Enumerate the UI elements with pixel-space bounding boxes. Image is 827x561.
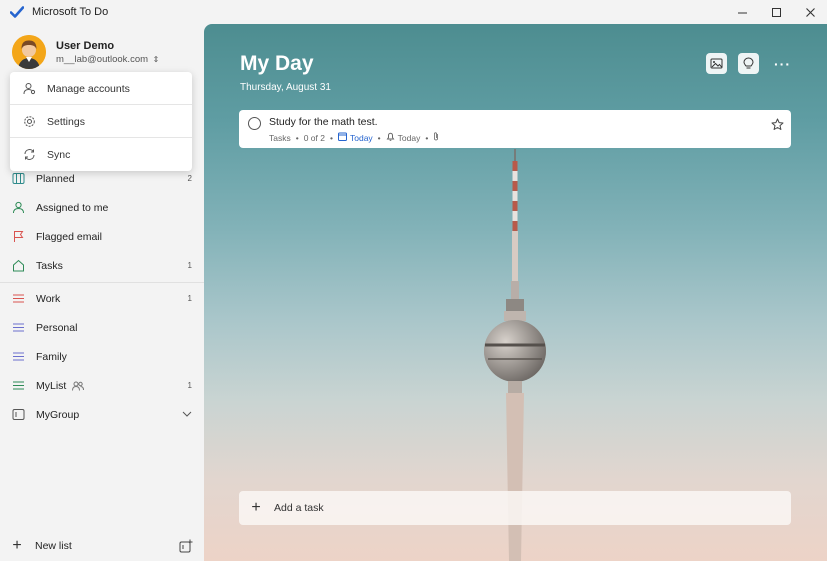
new-group-icon[interactable]: [178, 538, 194, 554]
task-reminder: Today: [397, 132, 421, 143]
lightbulb-icon: [743, 57, 754, 69]
attachment-icon: [433, 132, 439, 143]
menu-item-label: Manage accounts: [47, 82, 130, 95]
user-email: m__lab@outlook.com: [56, 53, 149, 65]
sync-icon: [22, 148, 36, 161]
sidebar-item-label: Planned: [36, 172, 75, 185]
minimize-button[interactable]: [725, 0, 759, 24]
calendar-grid-icon: [11, 172, 25, 186]
menu-item-label: Sync: [47, 148, 71, 161]
menu-item-manage-accounts[interactable]: Manage accounts: [10, 72, 192, 105]
menu-item-label: Settings: [47, 115, 85, 128]
group-icon: [11, 408, 25, 422]
sidebar-item-mygroup[interactable]: MyGroup: [0, 400, 204, 429]
sidebar-item-label: Personal: [36, 321, 78, 334]
more-options-icon[interactable]: ···: [772, 53, 793, 74]
due-date-icon: [337, 132, 347, 143]
page-date: Thursday, August 31: [240, 82, 331, 93]
sidebar-item-mylist[interactable]: MyList 1: [0, 371, 204, 400]
item-count: 1: [187, 261, 192, 270]
sidebar-item-tasks[interactable]: Tasks 1: [0, 251, 204, 280]
sidebar-item-family[interactable]: Family: [0, 342, 204, 371]
item-count: 1: [187, 381, 192, 390]
add-task-placeholder: Add a task: [274, 502, 324, 514]
list-icon: [11, 379, 25, 393]
sidebar-item-label: Family: [36, 350, 67, 363]
sidebar-item-personal[interactable]: Personal: [0, 313, 204, 342]
sidebar-item-work[interactable]: Work 1: [0, 284, 204, 313]
task-due-date: Today: [349, 132, 373, 143]
page-title: My Day: [240, 52, 314, 75]
task-metadata: Tasks • 0 of 2 • Today • Today •: [269, 132, 439, 143]
complete-task-checkbox[interactable]: [248, 117, 261, 130]
avatar: [12, 35, 46, 69]
star-icon[interactable]: [770, 117, 784, 131]
close-button[interactable]: [793, 0, 827, 24]
sidebar-item-label: Work: [36, 292, 61, 305]
task-item[interactable]: Study for the math test. Tasks • 0 of 2 …: [239, 110, 791, 148]
item-count: 1: [187, 294, 192, 303]
plus-icon: +: [251, 499, 261, 516]
menu-item-sync[interactable]: Sync: [10, 138, 192, 171]
account-menu: Manage accounts Settings Sync: [10, 72, 192, 171]
minimize-icon: [737, 12, 747, 13]
item-count: 2: [187, 174, 192, 183]
task-list-name: Tasks: [269, 132, 291, 143]
shared-people-icon: [72, 381, 85, 391]
flag-icon: [11, 230, 25, 244]
add-task-input[interactable]: + Add a task: [239, 491, 791, 525]
account-switcher[interactable]: User Demo m__lab@outlook.com ⇕: [12, 34, 159, 70]
menu-item-settings[interactable]: Settings: [10, 105, 192, 138]
user-name: User Demo: [56, 39, 115, 52]
new-list-button[interactable]: + New list: [0, 532, 204, 560]
image-icon: [710, 58, 723, 69]
suggestions-button[interactable]: [738, 53, 759, 74]
todo-check-icon: [10, 5, 24, 19]
title-bar: Microsoft To Do: [0, 0, 827, 24]
background-image-button[interactable]: [706, 53, 727, 74]
window-title: Microsoft To Do: [32, 6, 109, 18]
task-title: Study for the math test.: [269, 116, 378, 128]
sidebar-item-label: MyGroup: [36, 408, 80, 421]
reminder-bell-icon: [386, 132, 395, 143]
sidebar-divider: [0, 282, 204, 283]
person-icon: [11, 201, 25, 215]
maximize-button[interactable]: [759, 0, 793, 24]
chevron-down-icon[interactable]: [182, 410, 192, 419]
chevron-up-down-icon: ⇕: [152, 54, 160, 64]
sidebar-item-label: MyList: [36, 379, 67, 392]
close-icon: [805, 7, 815, 17]
manage-accounts-icon: [22, 82, 36, 95]
sidebar: User Demo m__lab@outlook.com ⇕ Manage ac…: [0, 24, 204, 561]
home-icon: [11, 259, 25, 273]
main-panel: My Day Thursday, August 31 ··· Study for…: [204, 24, 827, 561]
maximize-icon: [771, 7, 781, 17]
sidebar-item-label: Flagged email: [36, 230, 102, 243]
list-icon: [11, 350, 25, 364]
sidebar-item-label: Assigned to me: [36, 201, 109, 214]
list-icon: [11, 292, 25, 306]
sidebar-item-label: Tasks: [36, 259, 63, 272]
plus-icon: +: [12, 537, 22, 554]
new-list-label: New list: [35, 540, 72, 552]
sidebar-item-flagged-email[interactable]: Flagged email: [0, 222, 204, 251]
sidebar-item-assigned-to-me[interactable]: Assigned to me: [0, 193, 204, 222]
gear-icon: [22, 115, 36, 128]
task-steps: 0 of 2: [303, 132, 325, 143]
list-icon: [11, 321, 25, 335]
